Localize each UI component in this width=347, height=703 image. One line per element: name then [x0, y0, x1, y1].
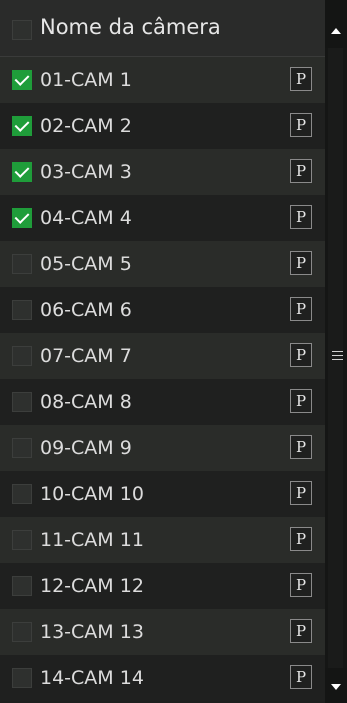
camera-row[interactable]: 06-CAM 6 P — [0, 287, 325, 333]
camera-row[interactable]: 05-CAM 5 P — [0, 241, 325, 287]
camera-name-label: 05-CAM 5 — [40, 253, 132, 275]
camera-row[interactable]: 03-CAM 3 P — [0, 149, 325, 195]
camera-checkbox[interactable] — [12, 254, 32, 274]
camera-checkbox[interactable] — [12, 70, 32, 90]
camera-row[interactable]: 02-CAM 2 P — [0, 103, 325, 149]
preview-button[interactable]: P — [290, 573, 312, 597]
preview-button[interactable]: P — [290, 481, 312, 505]
camera-row[interactable]: 07-CAM 7 P — [0, 333, 325, 379]
preview-button[interactable]: P — [290, 205, 312, 229]
camera-name-label: 13-CAM 13 — [40, 621, 144, 643]
camera-checkbox[interactable] — [12, 116, 32, 136]
camera-name-label: 02-CAM 2 — [40, 115, 132, 137]
camera-checkbox[interactable] — [12, 576, 32, 596]
scroll-down-icon[interactable] — [325, 676, 347, 698]
preview-button[interactable]: P — [290, 343, 312, 367]
camera-checkbox[interactable] — [12, 530, 32, 550]
camera-checkbox[interactable] — [12, 300, 32, 320]
camera-list: Nome da câmera 01-CAM 1 P 02-CAM 2 P 03-CAM … — [0, 0, 325, 703]
camera-name-label: 09-CAM 9 — [40, 437, 132, 459]
camera-name-label: 06-CAM 6 — [40, 299, 132, 321]
column-header-camera-name: Nome da câmera — [40, 15, 221, 39]
camera-row[interactable]: 09-CAM 9 P — [0, 425, 325, 471]
scroll-grip-icon[interactable] — [332, 351, 343, 360]
camera-checkbox[interactable] — [12, 346, 32, 366]
preview-button[interactable]: P — [290, 113, 312, 137]
preview-button[interactable]: P — [290, 389, 312, 413]
preview-button[interactable]: P — [290, 297, 312, 321]
camera-name-label: 10-CAM 10 — [40, 483, 144, 505]
camera-list-panel: Nome da câmera 01-CAM 1 P 02-CAM 2 P 03-CAM … — [0, 0, 347, 703]
preview-button[interactable]: P — [290, 67, 312, 91]
camera-name-label: 04-CAM 4 — [40, 207, 132, 229]
preview-button[interactable]: P — [290, 251, 312, 275]
camera-row[interactable]: 12-CAM 12 P — [0, 563, 325, 609]
scroll-up-icon[interactable] — [325, 20, 347, 42]
camera-checkbox[interactable] — [12, 208, 32, 228]
camera-checkbox[interactable] — [12, 668, 32, 688]
camera-name-label: 11-CAM 11 — [40, 529, 144, 551]
camera-row[interactable]: 13-CAM 13 P — [0, 609, 325, 655]
camera-row[interactable]: 01-CAM 1 P — [0, 57, 325, 103]
camera-row[interactable]: 10-CAM 10 P — [0, 471, 325, 517]
preview-button[interactable]: P — [290, 527, 312, 551]
camera-checkbox[interactable] — [12, 392, 32, 412]
camera-name-label: 01-CAM 1 — [40, 69, 132, 91]
preview-button[interactable]: P — [290, 619, 312, 643]
select-all-checkbox[interactable] — [12, 20, 32, 40]
vertical-scrollbar[interactable] — [325, 0, 347, 703]
camera-checkbox[interactable] — [12, 484, 32, 504]
camera-name-label: 12-CAM 12 — [40, 575, 144, 597]
camera-name-label: 14-CAM 14 — [40, 667, 144, 689]
camera-name-label: 08-CAM 8 — [40, 391, 132, 413]
camera-row[interactable]: 08-CAM 8 P — [0, 379, 325, 425]
camera-name-label: 07-CAM 7 — [40, 345, 132, 367]
camera-checkbox[interactable] — [12, 162, 32, 182]
list-header: Nome da câmera — [0, 0, 325, 57]
preview-button[interactable]: P — [290, 159, 312, 183]
preview-button[interactable]: P — [290, 665, 312, 689]
camera-row[interactable]: 14-CAM 14 P — [0, 655, 325, 701]
camera-checkbox[interactable] — [12, 622, 32, 642]
camera-checkbox[interactable] — [12, 438, 32, 458]
preview-button[interactable]: P — [290, 435, 312, 459]
camera-row[interactable]: 04-CAM 4 P — [0, 195, 325, 241]
camera-name-label: 03-CAM 3 — [40, 161, 132, 183]
camera-row[interactable]: 11-CAM 11 P — [0, 517, 325, 563]
